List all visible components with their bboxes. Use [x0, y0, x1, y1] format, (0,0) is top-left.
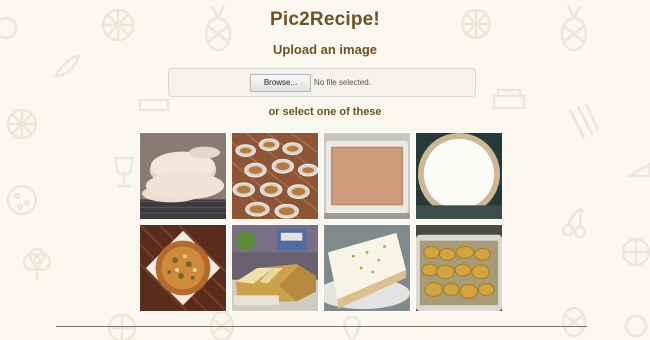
cookies-image — [140, 133, 226, 219]
broccoli-icon — [22, 247, 52, 280]
gallery-heading: or select one of these — [268, 106, 382, 118]
sample-image-baked-dish[interactable] — [323, 132, 411, 220]
frosted-cake-image — [324, 225, 410, 311]
pie-image — [416, 133, 502, 219]
lemon-slice-icon — [624, 314, 648, 338]
cherries-icon — [561, 207, 587, 239]
lemon-slice-icon — [107, 313, 137, 340]
wine-glass-icon — [113, 156, 135, 188]
sample-image-cupcakes[interactable] — [231, 132, 319, 220]
loaf-cake-image — [232, 225, 318, 311]
upload-heading: Upload an image — [272, 42, 378, 57]
lemon-slice-icon — [621, 237, 650, 267]
app-title: Pic2Recipe! — [270, 9, 380, 30]
cookie-icon — [6, 184, 38, 216]
footer-divider — [56, 326, 587, 327]
sample-image-potatoes[interactable] — [415, 224, 503, 312]
sample-image-cookies[interactable] — [139, 132, 227, 220]
sample-image-pie[interactable] — [415, 132, 503, 220]
sample-image-pizza[interactable] — [139, 224, 227, 312]
file-status-text: No file selected. — [314, 78, 371, 87]
pizza-image — [140, 225, 226, 311]
pineapple-icon — [561, 306, 587, 338]
potatoes-image — [416, 225, 502, 311]
cheese-icon — [625, 162, 650, 178]
baked-dish-image — [324, 133, 410, 219]
sample-image-frosted-cake[interactable] — [323, 224, 411, 312]
browse-button[interactable]: Browse... — [250, 74, 311, 92]
pepper-icon — [342, 315, 362, 340]
cupcakes-image — [232, 133, 318, 219]
file-upload-panel: Browse... No file selected. — [168, 68, 476, 97]
fish-icon — [52, 54, 81, 78]
sample-image-loaf-cake[interactable] — [231, 224, 319, 312]
